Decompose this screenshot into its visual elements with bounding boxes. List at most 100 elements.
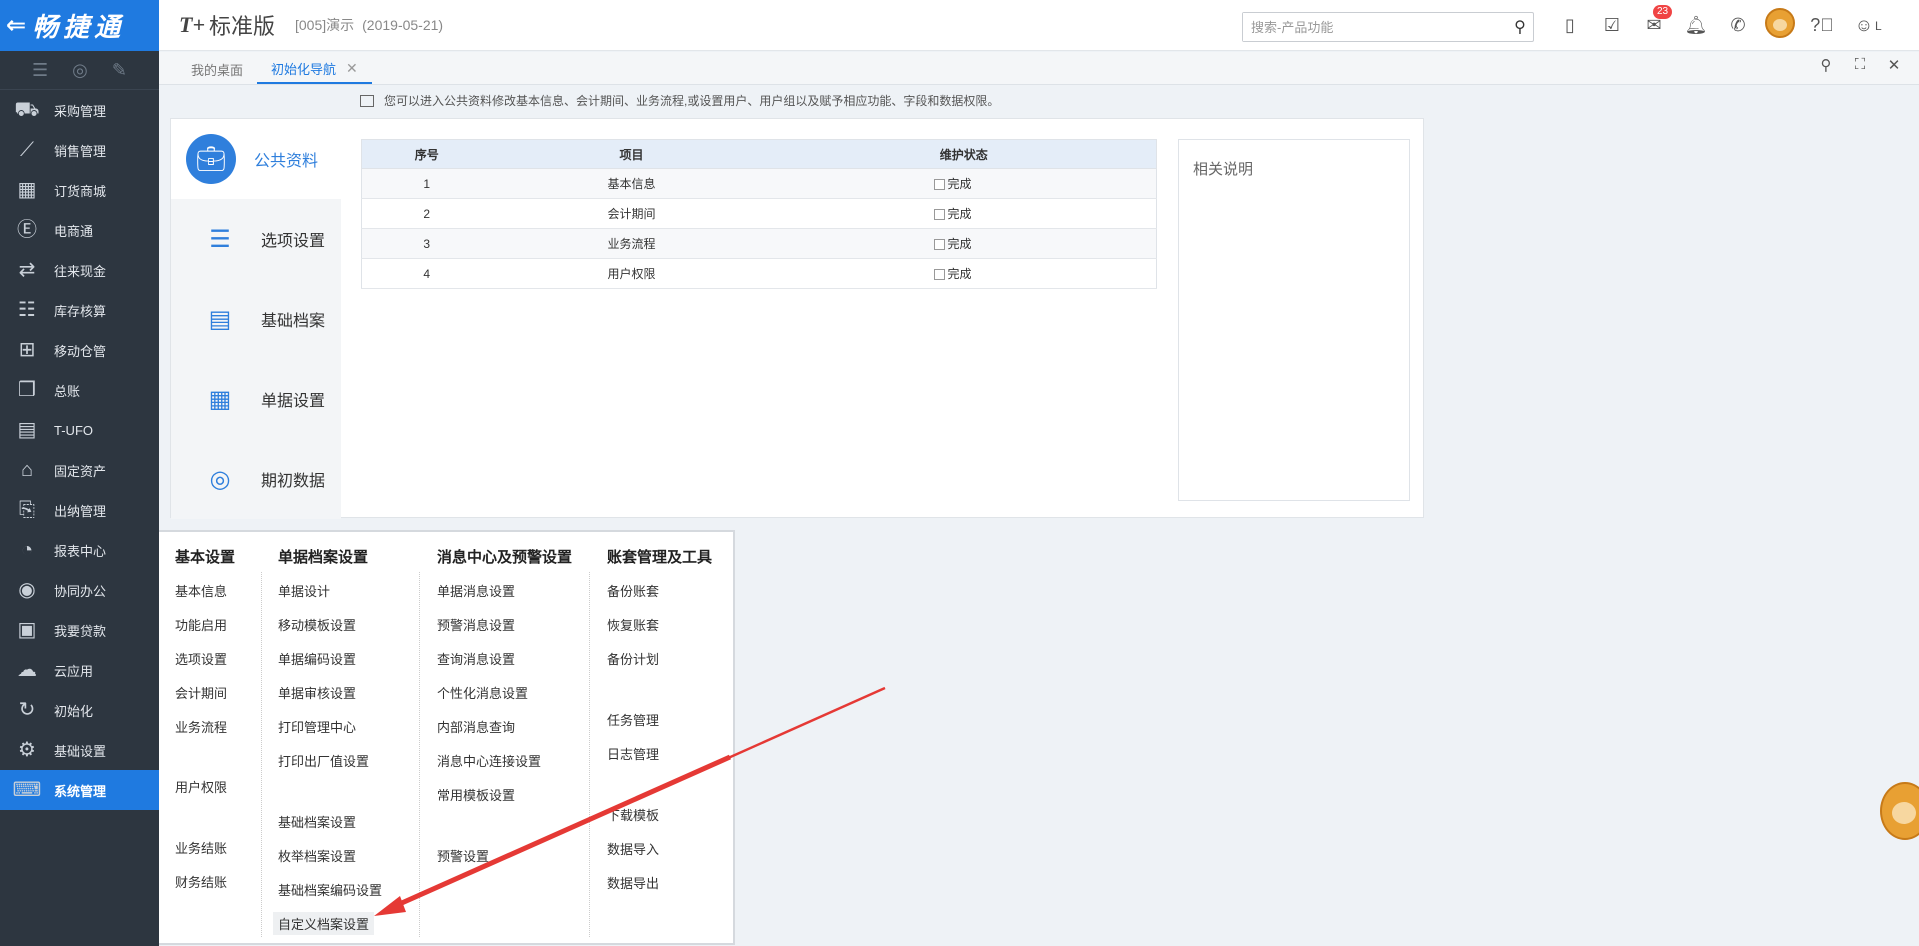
menu-item[interactable]: 财务结账 bbox=[175, 872, 227, 891]
sidebar-item-cloud[interactable]: ☁ 云应用 bbox=[0, 650, 159, 690]
assistant-monkey-icon[interactable] bbox=[1880, 782, 1919, 840]
avatar[interactable] bbox=[1759, 8, 1801, 43]
bell-icon[interactable]: 🔔︎ bbox=[1675, 15, 1717, 36]
sidebar-item-ecommerce[interactable]: Ⓔ 电商通 bbox=[0, 210, 159, 250]
menu-item[interactable]: 单据编码设置 bbox=[278, 649, 356, 668]
nav-document-settings[interactable]: ▦ 单据设置 bbox=[171, 359, 341, 439]
tab-init-nav[interactable]: 初始化导航 ✕ bbox=[257, 54, 372, 84]
menu-item[interactable]: 功能启用 bbox=[175, 615, 227, 634]
cell-status: 完成 bbox=[771, 168, 1157, 199]
menu-item[interactable]: 单据审核设置 bbox=[278, 683, 356, 702]
fullscreen-icon[interactable]: ⛶ bbox=[1843, 56, 1877, 74]
menu-item[interactable]: 消息中心连接设置 bbox=[437, 751, 541, 770]
close-all-icon[interactable]: ✕ bbox=[1877, 56, 1911, 74]
cell-status: 完成 bbox=[771, 198, 1157, 229]
done-checkbox[interactable] bbox=[933, 179, 945, 191]
menu-item[interactable]: 任务管理 bbox=[607, 710, 659, 729]
sidebar-item-cashier[interactable]: ⎘ 出纳管理 bbox=[0, 490, 159, 530]
table-row[interactable]: 4 用户权限 完成 bbox=[361, 258, 1157, 289]
nav-public-data[interactable]: 💼︎ 公共资料 bbox=[171, 119, 341, 199]
menu-item[interactable]: 常用模板设置 bbox=[437, 785, 515, 804]
table-row[interactable]: 2 会计期间 完成 bbox=[361, 198, 1157, 229]
sidebar-item-label: 电商通 bbox=[54, 223, 94, 239]
sidebar-item-tufo[interactable]: ▤ T-UFO bbox=[0, 410, 159, 450]
menu-item[interactable]: 基础档案编码设置 bbox=[278, 880, 382, 899]
brand-bar[interactable]: ⇐ 畅捷通 bbox=[0, 0, 159, 51]
menu-item[interactable]: 业务结账 bbox=[175, 838, 227, 857]
menu-item[interactable]: 恢复账套 bbox=[607, 615, 659, 634]
done-checkbox[interactable] bbox=[933, 209, 945, 221]
menu-toggle-icon[interactable]: ☰ bbox=[32, 60, 48, 81]
done-checkbox[interactable] bbox=[933, 269, 945, 281]
help-icon[interactable]: ?⃝ bbox=[1801, 15, 1843, 36]
cell-item[interactable]: 基本信息 bbox=[491, 168, 772, 199]
sidebar-item-inventory[interactable]: ☷ 库存核算 bbox=[0, 290, 159, 330]
sidebar-item-purchase[interactable]: ⛟ 采购管理 bbox=[0, 90, 159, 130]
sidebar-item-label: 出纳管理 bbox=[54, 503, 107, 519]
sidebar-item-reports[interactable]: ◔ 报表中心 bbox=[0, 530, 159, 570]
menu-item[interactable]: 预警消息设置 bbox=[437, 615, 515, 634]
nav-basic-archives[interactable]: ▤ 基础档案 bbox=[171, 279, 341, 359]
menu-item[interactable]: 业务流程 bbox=[175, 717, 227, 736]
search-doc-icon[interactable]: ◎ bbox=[72, 60, 88, 81]
menu-item[interactable]: 数据导出 bbox=[607, 873, 659, 892]
menu-item[interactable]: 基本信息 bbox=[175, 581, 227, 600]
cell-item[interactable]: 用户权限 bbox=[491, 258, 772, 289]
nav-options[interactable]: ☰ 选项设置 bbox=[171, 199, 341, 279]
sidebar-item-cash[interactable]: ⇄ 往来现金 bbox=[0, 250, 159, 290]
user-icon[interactable]: ☺ bbox=[1843, 15, 1885, 36]
sidebar-item-init[interactable]: ↻ 初始化 bbox=[0, 690, 159, 730]
menu-item[interactable]: 会计期间 bbox=[175, 683, 227, 702]
sidebar-item-loan[interactable]: ▣ 我要贷款 bbox=[0, 610, 159, 650]
menu-item[interactable]: 备份计划 bbox=[607, 649, 659, 668]
message-icon[interactable]: ✉ 23 bbox=[1633, 5, 1675, 36]
status-label: 完成 bbox=[947, 207, 972, 221]
menu-item[interactable]: 查询消息设置 bbox=[437, 649, 515, 668]
column-divider bbox=[261, 572, 262, 937]
sidebar-item-order-mall[interactable]: ▦ 订货商城 bbox=[0, 170, 159, 210]
cell-item[interactable]: 会计期间 bbox=[491, 198, 772, 229]
table-row[interactable]: 3 业务流程 完成 bbox=[361, 228, 1157, 259]
nav-opening-data[interactable]: ◎ 期初数据 bbox=[171, 439, 341, 519]
edit-doc-icon[interactable]: ✎ bbox=[112, 60, 127, 81]
sidebar-item-mobile-warehouse[interactable]: ⊞ 移动仓管 bbox=[0, 330, 159, 370]
sidebar-item-basic-settings[interactable]: ⚙ 基础设置 bbox=[0, 730, 159, 770]
menu-item[interactable]: 日志管理 bbox=[607, 744, 659, 763]
menu-item[interactable]: 单据设计 bbox=[278, 581, 330, 600]
back-arrow-icon[interactable]: ⇐ bbox=[6, 13, 26, 38]
search-icon[interactable]: ⚲ bbox=[1507, 17, 1533, 37]
sidebar-item-label: 我要贷款 bbox=[54, 623, 107, 639]
menu-item[interactable]: 用户权限 bbox=[175, 777, 227, 796]
menu-item[interactable]: 选项设置 bbox=[175, 649, 227, 668]
menu-item[interactable]: 打印管理中心 bbox=[278, 717, 356, 736]
menu-item[interactable]: 单据消息设置 bbox=[437, 581, 515, 600]
search-icon[interactable]: ⚲ bbox=[1809, 56, 1843, 74]
phone-icon[interactable]: ✆ bbox=[1717, 15, 1759, 36]
sidebar-item-sales[interactable]: ⟋ 销售管理 bbox=[0, 130, 159, 170]
menu-item[interactable]: 数据导入 bbox=[607, 839, 659, 858]
sidebar-item-ledger[interactable]: ❒ 总账 bbox=[0, 370, 159, 410]
tab-my-desktop[interactable]: 我的桌面 bbox=[177, 54, 257, 84]
done-checkbox[interactable] bbox=[933, 239, 945, 251]
menu-item[interactable]: 枚举档案设置 bbox=[278, 846, 356, 865]
checklist-icon[interactable]: ☑ bbox=[1591, 15, 1633, 36]
menu-item[interactable]: 基础档案设置 bbox=[278, 812, 356, 831]
menu-item[interactable]: 备份账套 bbox=[607, 581, 659, 600]
table-row[interactable]: 1 基本信息 完成 bbox=[361, 168, 1157, 199]
pie-icon: ◔ bbox=[20, 539, 34, 561]
menu-item-custom-archive[interactable]: 自定义档案设置 bbox=[273, 912, 375, 935]
menu-item[interactable]: 移动模板设置 bbox=[278, 615, 356, 634]
sidebar-item-collab[interactable]: ◉ 协同办公 bbox=[0, 570, 159, 610]
menu-item[interactable]: 打印出厂值设置 bbox=[278, 751, 369, 770]
sidebar-item-system[interactable]: ⌨ 系统管理 bbox=[0, 770, 167, 810]
close-icon[interactable]: ✕ bbox=[346, 60, 358, 77]
menu-item[interactable]: 内部消息查询 bbox=[437, 717, 515, 736]
menu-item[interactable]: 预警设置 bbox=[437, 846, 489, 865]
product-search[interactable]: ⚲ bbox=[1242, 12, 1534, 42]
calculator-icon[interactable]: ▯ bbox=[1549, 15, 1591, 36]
sidebar-item-fixed-assets[interactable]: ⌂ 固定资产 bbox=[0, 450, 159, 490]
cell-item[interactable]: 业务流程 bbox=[491, 228, 772, 259]
menu-item[interactable]: 个性化消息设置 bbox=[437, 683, 528, 702]
menu-item[interactable]: 下载模板 bbox=[607, 805, 659, 824]
search-input[interactable] bbox=[1243, 13, 1507, 41]
